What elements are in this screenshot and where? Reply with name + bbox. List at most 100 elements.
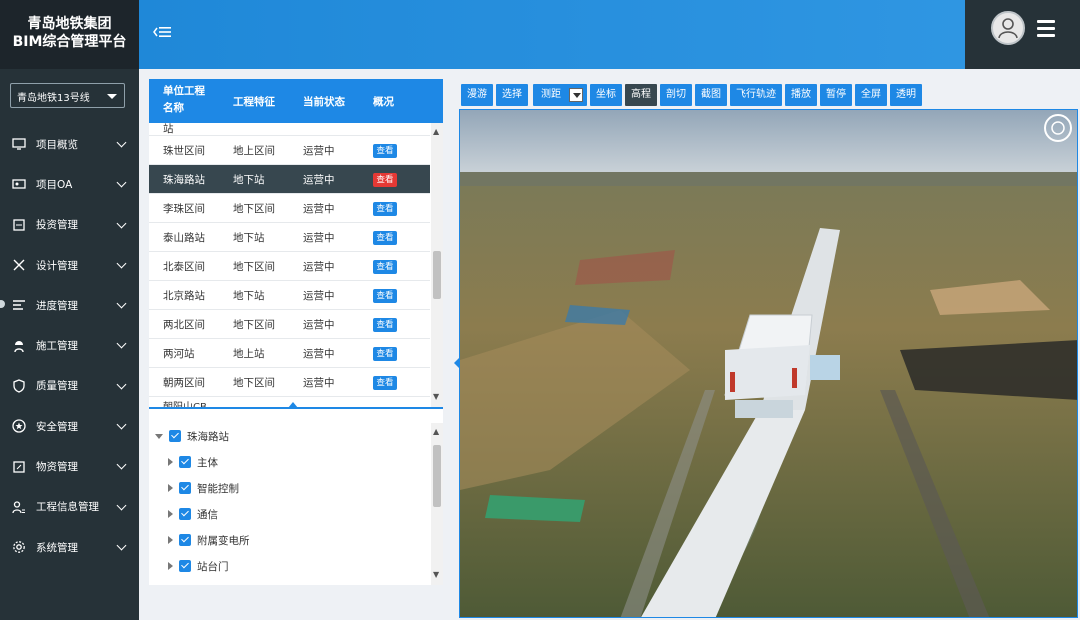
toolbar-button[interactable]: 截图 [695, 84, 727, 106]
table-body: 站 珠世区间 地上区间 运营中 查看 珠海路站 地下站 运营中 查看 李珠区间 地下区间 运营中 查看… [149, 123, 430, 409]
tree-node[interactable]: 智能控制 [149, 475, 430, 501]
cell-name: 李珠区间 [163, 202, 205, 215]
table-row[interactable]: 李珠区间 地下区间 运营中 查看 [149, 194, 430, 223]
chevron-down-icon [116, 218, 127, 229]
tree-node-label: 主体 [197, 456, 218, 469]
expand-arrow-icon[interactable] [168, 484, 173, 492]
table-row[interactable]: 北京路站 地下站 运营中 查看 [149, 281, 430, 310]
view-button[interactable]: 查看 [373, 260, 397, 274]
sidebar-item-label: 项目OA [36, 178, 73, 191]
col-header-status: 当前状态 [303, 96, 345, 108]
view-button[interactable]: 查看 [373, 347, 397, 361]
sidebar-item-7[interactable]: 安全管理 [0, 406, 139, 446]
splitter-arrow-icon[interactable] [288, 402, 298, 408]
aerial-scene [460, 110, 1077, 617]
checkbox[interactable] [179, 456, 191, 468]
view-button[interactable]: 查看 [373, 173, 397, 187]
star-badge-icon [12, 419, 26, 433]
scroll-down-icon[interactable]: ▼ [433, 392, 439, 401]
tree-node-label: 智能控制 [197, 482, 239, 495]
sidebar-item-4[interactable]: 进度管理 [0, 285, 139, 325]
view-button[interactable]: 查看 [373, 289, 397, 303]
cell-status: 运营中 [303, 376, 335, 389]
hamburger-menu-icon[interactable] [1037, 20, 1055, 41]
collapse-menu-icon[interactable] [153, 24, 173, 43]
measure-select[interactable]: 测距 [533, 84, 587, 106]
toolbar-button[interactable]: 选择 [496, 84, 528, 106]
toolbar-button[interactable]: 高程 [625, 84, 657, 106]
sidebar-item-label: 投资管理 [36, 219, 78, 232]
sidebar-item-5[interactable]: 施工管理 [0, 325, 139, 365]
tree-scrollbar[interactable]: ▲ ▼ [431, 423, 443, 585]
toolbar-button[interactable]: 透明 [890, 84, 922, 106]
expand-arrow-icon[interactable] [168, 536, 173, 544]
sidebar-item-label: 系统管理 [36, 541, 78, 554]
sidebar-item-10[interactable]: 系统管理 [0, 527, 139, 567]
expand-arrow-icon[interactable] [168, 458, 173, 466]
table-row[interactable]: 珠世区间 地上区间 运营中 查看 [149, 136, 430, 165]
tree-node-label: 附属变电所 [197, 534, 250, 547]
bim-3d-viewport[interactable] [459, 109, 1078, 618]
chevron-down-icon [116, 540, 127, 551]
cell-type: 地下站 [233, 231, 265, 244]
tools-icon [12, 258, 26, 272]
sidebar-item-3[interactable]: 设计管理 [0, 245, 139, 285]
table-row[interactable]: 两北区间 地下区间 运营中 查看 [149, 310, 430, 339]
sidebar-item-label: 安全管理 [36, 420, 78, 433]
tree-node[interactable]: 通信 [149, 501, 430, 527]
cell-name: 珠海路站 [163, 173, 205, 186]
view-button[interactable]: 查看 [373, 231, 397, 245]
checkbox[interactable] [179, 482, 191, 494]
tree-scrollbar-thumb[interactable] [433, 445, 441, 507]
tree-node-root[interactable]: 珠海路站 [149, 423, 430, 449]
tree-node[interactable]: 附属变电所 [149, 527, 430, 553]
sidebar-item-label: 质量管理 [36, 380, 78, 393]
table-row[interactable]: 珠海路站 地下站 运营中 查看 [149, 165, 430, 194]
toolbar-button[interactable]: 剖切 [660, 84, 692, 106]
checkbox[interactable] [179, 508, 191, 520]
cell-type: 地下区间 [233, 260, 275, 273]
sidebar-item-9[interactable]: 工程信息管理 [0, 487, 139, 527]
tree-node-label: 通信 [197, 508, 218, 521]
partial-row-text: 站 [163, 123, 174, 135]
toolbar-button[interactable]: 全屏 [855, 84, 887, 106]
sidebar-item-label: 工程信息管理 [36, 501, 99, 514]
checkbox[interactable] [179, 560, 191, 572]
view-button[interactable]: 查看 [373, 202, 397, 216]
sidebar-item-2[interactable]: 投资管理 [0, 205, 139, 245]
view-button[interactable]: 查看 [373, 376, 397, 390]
user-avatar-icon[interactable] [991, 11, 1025, 45]
chevron-down-icon [116, 258, 127, 269]
toolbar-button[interactable]: 坐标 [590, 84, 622, 106]
table-row[interactable]: 两河站 地上站 运营中 查看 [149, 339, 430, 368]
scroll-up-icon[interactable]: ▲ [433, 427, 439, 436]
tree-node[interactable]: 站台门 [149, 553, 430, 579]
checkbox[interactable] [179, 534, 191, 546]
sidebar-item-1[interactable]: 项目OA [0, 164, 139, 204]
toolbar-button[interactable]: 暂停 [820, 84, 852, 106]
line-selector[interactable]: 青岛地铁13号线 [10, 83, 125, 108]
sidebar-item-6[interactable]: 质量管理 [0, 366, 139, 406]
sidebar-item-8[interactable]: 物资管理 [0, 446, 139, 486]
table-scrollbar-thumb[interactable] [433, 251, 441, 299]
toolbar-button[interactable]: 飞行轨迹 [730, 84, 782, 106]
scroll-down-icon[interactable]: ▼ [433, 570, 439, 579]
table-row[interactable]: 北泰区间 地下区间 运营中 查看 [149, 252, 430, 281]
cell-status: 运营中 [303, 260, 335, 273]
view-button[interactable]: 查看 [373, 318, 397, 332]
table-row[interactable]: 朝两区间 地下区间 运营中 查看 [149, 368, 430, 397]
scroll-up-icon[interactable]: ▲ [433, 127, 439, 136]
view-button[interactable]: 查看 [373, 144, 397, 158]
expand-arrow-icon[interactable] [168, 562, 173, 570]
cell-name: 两河站 [163, 347, 195, 360]
checkbox[interactable] [169, 430, 181, 442]
toolbar-button[interactable]: 播放 [785, 84, 817, 106]
sidebar-item-0[interactable]: 项目概览 [0, 124, 139, 164]
chevron-down-icon[interactable] [569, 88, 583, 102]
tree-node[interactable]: 主体 [149, 449, 430, 475]
table-row[interactable]: 泰山路站 地下站 运营中 查看 [149, 223, 430, 252]
expand-arrow-icon[interactable] [155, 433, 163, 439]
table-scrollbar[interactable]: ▲ ▼ [431, 123, 443, 407]
toolbar-button[interactable]: 漫游 [461, 84, 493, 106]
expand-arrow-icon[interactable] [168, 510, 173, 518]
